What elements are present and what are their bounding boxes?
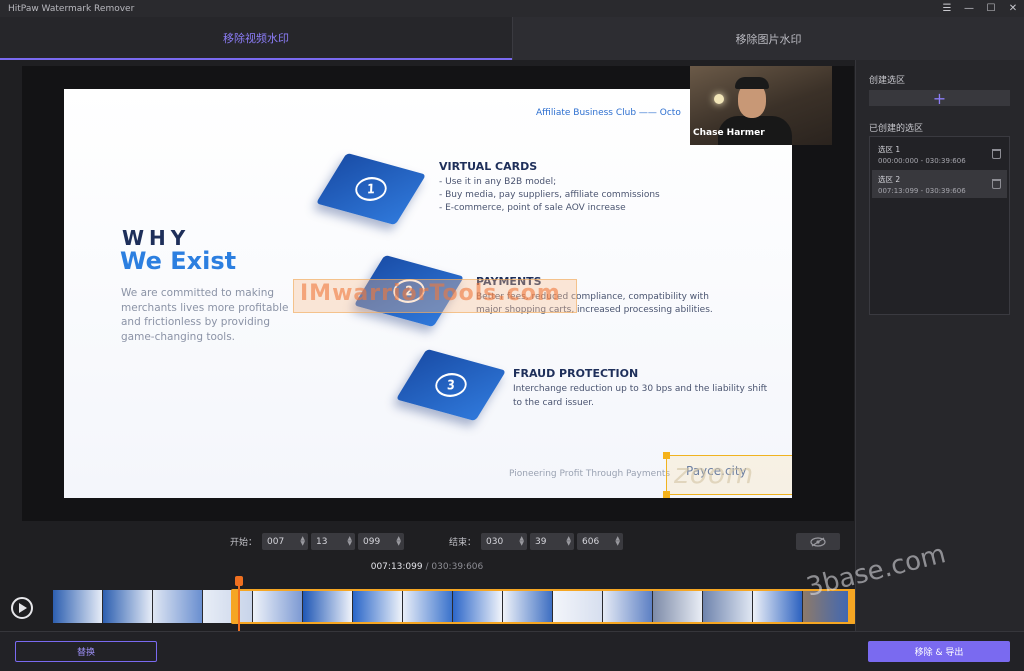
slide-header-text: Affiliate Business Club —— Octo <box>536 108 681 118</box>
video-frame: Affiliate Business Club —— Octo WHY We E… <box>64 89 792 498</box>
feature-line: Interchange reduction up to 30 bps and t… <box>513 384 768 394</box>
webcam-name: Chase Harmer <box>693 128 765 138</box>
spinner-icon[interactable]: ▲ ▼ <box>347 536 352 547</box>
selection-range-text: 000:00:000 - 030:39:606 <box>878 157 966 165</box>
end-label: 结束： <box>449 538 477 548</box>
start-hours-field[interactable]: 007 ▲ ▼ <box>262 533 308 550</box>
tab-remove-image-watermark[interactable]: 移除图片水印 <box>512 17 1024 60</box>
remove-export-button[interactable]: 移除 & 导出 <box>868 641 1010 662</box>
slide-we-exist: We Exist <box>120 247 237 275</box>
start-hours-value: 007 <box>267 536 285 547</box>
resize-handle[interactable] <box>663 452 670 459</box>
end-minutes-field[interactable]: 39 ▲ ▼ <box>530 533 574 550</box>
end-minutes-value: 39 <box>535 536 547 547</box>
slide-mission: We are committed to making merchants liv… <box>121 287 289 343</box>
spinner-icon[interactable]: ▲ ▼ <box>615 536 620 547</box>
timeline-thumbnail <box>103 590 153 623</box>
total-time: / 030:39:606 <box>425 562 484 572</box>
feature-title-3: FRAUD PROTECTION <box>513 367 639 380</box>
add-selection-button[interactable]: + <box>869 88 1010 108</box>
selection-name: 选区 2 <box>878 175 901 184</box>
plus-icon: + <box>932 88 947 108</box>
selection-name: 选区 1 <box>878 145 901 154</box>
timeline-thumbnail <box>153 590 203 623</box>
trash-icon[interactable] <box>992 179 1001 189</box>
play-button[interactable] <box>11 597 33 619</box>
resize-handle[interactable] <box>663 491 670 498</box>
spinner-icon[interactable]: ▲ ▼ <box>519 536 524 547</box>
start-ms-value: 099 <box>363 536 381 547</box>
close-icon[interactable]: ✕ <box>1002 0 1024 17</box>
created-selections-label: 已创建的选区 <box>869 124 924 134</box>
start-minutes-value: 13 <box>316 536 328 547</box>
app-title: HitPaw Watermark Remover <box>8 3 135 14</box>
selection-box[interactable] <box>663 452 792 498</box>
tab-remove-video-watermark[interactable]: 移除视频水印 <box>0 17 512 60</box>
selection-item-2[interactable]: 选区 2 007:13:099 - 030:39:606 <box>872 170 1007 198</box>
lamp-shape <box>714 94 724 104</box>
end-hours-field[interactable]: 030 ▲ ▼ <box>481 533 527 550</box>
timeline-thumbnail <box>53 590 103 623</box>
feature-line: - E-commerce, point of sale AOV increase <box>439 203 626 213</box>
overlay-watermark: IMwarriorTools.com <box>300 281 561 306</box>
feature-title-1: VIRTUAL CARDS <box>439 160 538 173</box>
current-time: 007:13:099 <box>370 562 423 572</box>
hide-preview-button[interactable] <box>796 533 840 550</box>
eye-off-icon <box>810 536 826 547</box>
card-number-1: 1 <box>354 176 388 202</box>
feature-line: - Buy media, pay suppliers, affiliate co… <box>439 190 660 200</box>
create-selection-label: 创建选区 <box>869 76 906 86</box>
spinner-icon[interactable]: ▲ ▼ <box>300 536 305 547</box>
spinner-icon[interactable]: ▲ ▼ <box>566 536 571 547</box>
end-ms-field[interactable]: 606 ▲ ▼ <box>577 533 623 550</box>
maximize-icon[interactable]: ☐ <box>980 0 1002 17</box>
window-controls: ☰ — ☐ ✕ <box>936 0 1024 17</box>
person-cap-shape <box>735 77 769 89</box>
playhead[interactable] <box>238 576 240 631</box>
feature-line: - Use it in any B2B model; <box>439 177 557 187</box>
slide-footer-text: Pioneering Profit Through Payments <box>509 469 671 479</box>
play-icon <box>19 603 27 613</box>
trash-icon[interactable] <box>992 149 1001 159</box>
start-minutes-field[interactable]: 13 ▲ ▼ <box>311 533 355 550</box>
selection-list: 选区 1 000:00:000 - 030:39:606 选区 2 007:13… <box>869 136 1010 315</box>
minimize-icon[interactable]: — <box>958 0 980 17</box>
title-bar: HitPaw Watermark Remover <box>0 0 1024 17</box>
replace-button[interactable]: 替换 <box>15 641 157 662</box>
selection-range-text: 007:13:099 - 030:39:606 <box>878 187 966 195</box>
mode-tabs: 移除视频水印 移除图片水印 <box>0 17 1024 60</box>
card-number-3: 3 <box>434 372 468 398</box>
end-hours-value: 030 <box>486 536 504 547</box>
selection-item-1[interactable]: 选区 1 000:00:000 - 030:39:606 <box>872 140 1007 168</box>
selection-range[interactable] <box>233 589 854 624</box>
webcam-overlay: Chase Harmer <box>690 66 832 145</box>
start-ms-field[interactable]: 099 ▲ ▼ <box>358 533 404 550</box>
end-ms-value: 606 <box>582 536 600 547</box>
time-readout: 007:13:099 / 030:39:606 <box>0 562 854 572</box>
card-graphic-3: 3 <box>395 348 507 422</box>
feature-line: to the card issuer. <box>513 398 594 408</box>
menu-icon[interactable]: ☰ <box>936 0 958 17</box>
start-label: 开始： <box>230 538 258 548</box>
spinner-icon[interactable]: ▲ ▼ <box>396 536 401 547</box>
card-graphic-1: 1 <box>315 152 427 226</box>
